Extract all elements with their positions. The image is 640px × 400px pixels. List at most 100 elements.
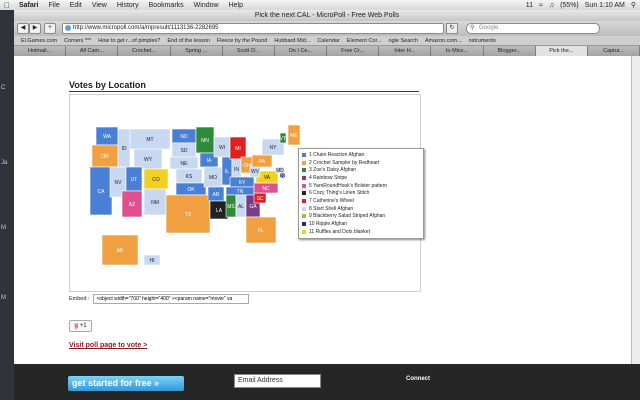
- legend-item: 10 Ripple Afghan: [302, 220, 420, 228]
- get-started-button[interactable]: get started for free »: [68, 376, 184, 391]
- address-bar[interactable]: http://www.micropoll.com/a/mpresult/1113…: [62, 23, 444, 34]
- tab[interactable]: Spring ...: [170, 46, 223, 56]
- desktop-icon-edge: C: [1, 85, 6, 91]
- legend-swatch: [302, 206, 306, 211]
- bookmark-item[interactable]: Amazon.com...: [425, 38, 462, 44]
- site-icon: [65, 25, 71, 31]
- search-field[interactable]: ⚲ Google: [466, 23, 600, 34]
- legend-item: 5 YarnRoundHook's Bolster pattern: [302, 182, 420, 190]
- forward-button[interactable]: ▶: [29, 23, 41, 34]
- legend-label: 11 Ruffles and Dots blanket: [309, 228, 370, 235]
- menubar-status: 11 ≈ ♫ (55%) Sun 1:10 AM ⚲: [526, 0, 636, 10]
- state-label: CA: [98, 189, 106, 195]
- menu-history[interactable]: History: [117, 2, 139, 9]
- state-label: ID: [122, 146, 127, 152]
- visit-poll-link[interactable]: Visit poll page to vote >: [69, 342, 147, 349]
- bookmark-item[interactable]: Hubbard Mid...: [274, 38, 310, 44]
- bookmark-item[interactable]: Fleece by the Pound: [217, 38, 267, 44]
- bookmark-item[interactable]: nstruments: [469, 38, 496, 44]
- menu-window[interactable]: Window: [194, 2, 219, 9]
- tab-bar: Hotmail... All Cam... Crochet... Spring …: [14, 46, 640, 56]
- state-label: CO: [152, 177, 160, 183]
- apple-icon[interactable]: : [4, 1, 14, 10]
- legend-label: 3 Zoe's Daisy Afghan: [309, 167, 357, 174]
- state-label: NM: [151, 200, 159, 206]
- state-label: ND: [180, 134, 188, 140]
- legend-item: 11 Ruffles and Dots blanket: [302, 228, 420, 236]
- legend-swatch: [302, 152, 306, 157]
- state-label: AL: [238, 204, 244, 210]
- state-label: WV: [251, 169, 260, 175]
- tab[interactable]: Scott O...: [222, 46, 275, 56]
- tab[interactable]: to Mixx...: [431, 46, 484, 56]
- legend-swatch: [302, 175, 306, 180]
- legend-item: 4 Rainbow Stripe: [302, 174, 420, 182]
- address-text: http://www.micropoll.com/a/mpresult/1113…: [73, 25, 219, 31]
- state-label: FL: [258, 228, 264, 234]
- menu-edit[interactable]: Edit: [70, 2, 82, 9]
- tab[interactable]: Free Cr...: [327, 46, 380, 56]
- add-bookmark-button[interactable]: +: [44, 23, 56, 34]
- tab[interactable]: All Cam...: [66, 46, 119, 56]
- tab[interactable]: Crochet...: [118, 46, 171, 56]
- bookmark-item[interactable]: End of the lesson: [167, 38, 210, 44]
- legend-label: 8 Start Shell Afghan: [309, 205, 354, 212]
- battery-status[interactable]: (55%): [560, 2, 579, 9]
- menu-bookmarks[interactable]: Bookmarks: [149, 2, 184, 9]
- bookmark-item[interactable]: El.Games.com: [21, 38, 57, 44]
- spotlight-icon[interactable]: ⚲: [631, 1, 636, 9]
- embed-label: Embed :: [69, 296, 90, 302]
- input-indicator[interactable]: 11: [526, 2, 533, 9]
- state-label: KS: [186, 174, 193, 180]
- menu-file[interactable]: File: [48, 2, 59, 9]
- legend-item: 6 Cozy Thing's Linen Stitch: [302, 189, 420, 197]
- plus-one-label: +1: [79, 323, 87, 329]
- page-heading: Votes by Location: [69, 80, 146, 90]
- legend-swatch: [302, 168, 306, 173]
- state-label: MN: [201, 138, 209, 144]
- state-label: PA: [259, 159, 266, 165]
- state-label: LA: [216, 208, 223, 214]
- legend-label: 7 Catherine's Wheel: [309, 197, 354, 204]
- state-label: MO: [209, 175, 217, 181]
- state-label: WI: [219, 145, 225, 151]
- wifi-icon[interactable]: ≈: [539, 2, 543, 9]
- legend-label: 1 Chain Reaction Afghan: [309, 151, 365, 158]
- bookmarks-bar: El.Games.com Comers *** How to get r...o…: [14, 36, 640, 46]
- state-label: GA: [249, 204, 257, 210]
- volume-icon[interactable]: ♫: [549, 2, 554, 9]
- menu-view[interactable]: View: [92, 2, 107, 9]
- tab[interactable]: Inter H...: [379, 46, 432, 56]
- votes-map-panel: WA OR CA ID NV MT WY UT AZ CO NM ND SD NE KS OK TX MN IA MO…: [69, 94, 424, 292]
- bookmark-item[interactable]: Element Cor...: [347, 38, 382, 44]
- tab[interactable]: Do I Ce...: [274, 46, 328, 56]
- tab[interactable]: Hotmail...: [14, 46, 67, 56]
- window-title: Pick the next CAL - MicroPoll - Free Web…: [14, 10, 640, 21]
- embed-code-field[interactable]: [93, 294, 250, 304]
- bookmark-item[interactable]: Comers ***: [64, 38, 91, 44]
- legend-item: 9 Blackberry Salad Striped Afghan: [302, 213, 420, 221]
- legend-item: 2 Crochet Sampler by Redheart: [302, 159, 420, 167]
- page-scrollbar[interactable]: [631, 56, 640, 364]
- mac-menubar:  Safari File Edit View History Bookmark…: [0, 0, 640, 10]
- tab[interactable]: Blogger...: [483, 46, 536, 56]
- tab[interactable]: Captur...: [587, 46, 640, 56]
- site-footer: get started for free » Email Address Con…: [14, 364, 640, 400]
- bookmark-item[interactable]: Calendar: [317, 38, 339, 44]
- tab-active[interactable]: Pick the...: [535, 46, 588, 56]
- google-plus-one-button[interactable]: g +1: [69, 320, 92, 332]
- menu-help[interactable]: Help: [229, 2, 243, 9]
- menu-safari[interactable]: Safari: [19, 2, 38, 9]
- legend-swatch: [302, 160, 306, 165]
- clock[interactable]: Sun 1:10 AM: [585, 2, 625, 9]
- bookmark-item[interactable]: How to get r...of pimples?: [98, 38, 160, 44]
- legend-item: 7 Catherine's Wheel: [302, 197, 420, 205]
- refresh-button[interactable]: ↻: [446, 23, 458, 34]
- legend-swatch: [302, 183, 306, 188]
- email-field[interactable]: Email Address: [234, 374, 321, 388]
- state-label: VA: [264, 175, 271, 181]
- state-label: MI: [235, 146, 241, 152]
- back-button[interactable]: ◀: [17, 23, 29, 34]
- embed-row: Embed :: [69, 294, 250, 304]
- bookmark-item[interactable]: ogle Search: [389, 38, 418, 44]
